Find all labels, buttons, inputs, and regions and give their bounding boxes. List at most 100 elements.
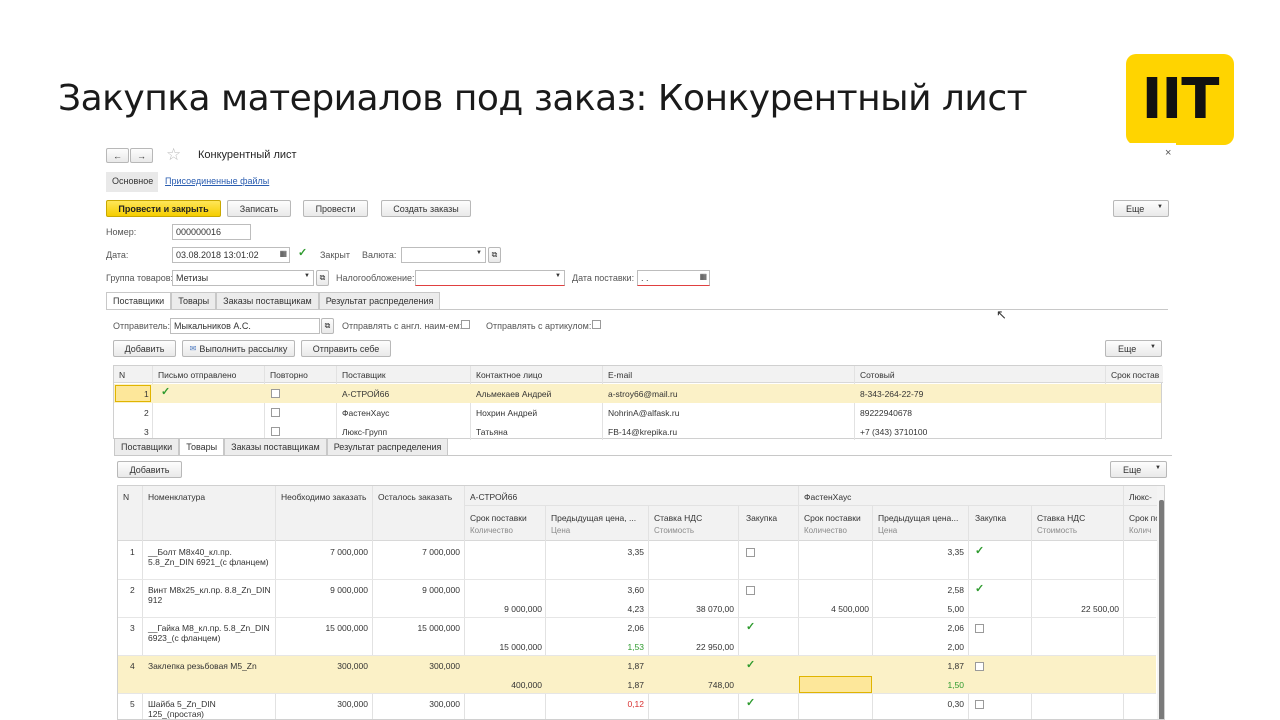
open-link-icon[interactable]: ⧉ (316, 270, 329, 286)
supplier-f-header: ФастенХаус (804, 492, 852, 502)
company-logo: IIT (1126, 54, 1234, 145)
more-label: Еще (1123, 464, 1142, 475)
add-goods-button[interactable]: Добавить (117, 461, 182, 478)
f-prev-price: 2,58 (947, 585, 964, 595)
back-button[interactable]: ← (106, 148, 129, 163)
tab-main[interactable]: Основное (106, 172, 158, 192)
closed-checkbox[interactable]: ✓ (298, 248, 307, 259)
more-label: Еще (1126, 203, 1145, 214)
favorite-star-icon[interactable]: ☆ (166, 145, 181, 165)
need-qty: 9 000,000 (330, 585, 368, 595)
f-vat-header: Ставка НДС (1037, 513, 1086, 523)
forward-button[interactable]: → (130, 148, 153, 163)
open-link-icon[interactable]: ⧉ (321, 318, 334, 334)
add-supplier-button[interactable]: Добавить (113, 340, 176, 357)
post-and-close-button[interactable]: Провести и закрыть (106, 200, 221, 217)
row-n: 3 (130, 623, 135, 633)
goods-col-left: Осталось заказать (378, 492, 453, 502)
tab-suppliers-2[interactable]: Поставщики (114, 438, 180, 455)
a-price: 1,53 (627, 642, 644, 652)
active-cell[interactable] (799, 676, 872, 693)
a-buy-checkbox[interactable] (746, 548, 755, 557)
contact-name: Нохрин Андрей (476, 408, 538, 418)
item-name: Винт М8х25_кл.пр. 8.8_Zn_DIN 912 (148, 585, 271, 605)
f-cost-header: Стоимость (1037, 526, 1078, 535)
send-eng-label: Отправлять с англ. наим-ем: (342, 321, 463, 331)
chevron-down-icon[interactable]: ▼ (555, 273, 561, 279)
f-buy-checkbox[interactable] (975, 700, 984, 709)
sent-check-icon[interactable]: ✓ (161, 387, 170, 398)
suppliers-more-button[interactable]: Еще ▼ (1105, 340, 1162, 357)
f-qty-header: Количество (804, 526, 847, 535)
col-contact: Контактное лицо (476, 370, 543, 380)
row-n: 1 (130, 547, 135, 557)
group-field[interactable]: Метизы ▼ (172, 270, 314, 286)
send-self-button[interactable]: Отправить себе (301, 340, 391, 357)
repeat-checkbox[interactable] (271, 408, 280, 417)
chevron-down-icon[interactable]: ▼ (304, 273, 310, 279)
open-link-icon[interactable]: ⧉ (488, 247, 501, 263)
tab-goods-2[interactable]: Товары (179, 438, 225, 455)
a-buy-checkbox-checked[interactable]: ✓ (746, 622, 755, 633)
left-qty: 7 000,000 (422, 547, 460, 557)
delivery-date-field[interactable]: . . ▦ (637, 270, 710, 286)
group-value: Метизы (176, 273, 209, 283)
col-repeat: Повторно (270, 370, 308, 380)
send-article-checkbox[interactable] (592, 320, 601, 329)
f-price-header: Цена (878, 526, 898, 535)
date-field[interactable]: 03.08.2018 13:01:02 ▦ (172, 247, 290, 263)
scrollbar-thumb[interactable] (1159, 500, 1164, 719)
tax-label: Налогообложение: (336, 273, 415, 283)
close-icon[interactable]: × (1165, 147, 1171, 159)
tax-field[interactable]: ▼ (415, 270, 565, 286)
email: FB-14@krepika.ru (608, 427, 678, 437)
phone: 89222940678 (860, 408, 913, 418)
currency-field[interactable]: ▼ (401, 247, 486, 263)
tab-supplier-orders-2[interactable]: Заказы поставщикам (224, 438, 327, 455)
repeat-checkbox[interactable] (271, 389, 280, 398)
a-cost: 22 950,00 (696, 642, 734, 652)
goods-more-button[interactable]: Еще ▼ (1110, 461, 1167, 478)
chevron-down-icon: ▼ (1155, 465, 1161, 471)
f-qty: 4 500,000 (831, 604, 869, 614)
a-buy-checkbox[interactable] (746, 586, 755, 595)
col-sent: Письмо отправлено (158, 370, 237, 380)
tab-suppliers[interactable]: Поставщики (106, 292, 172, 309)
a-price: 4,23 (627, 604, 644, 614)
f-term-header: Срок поставки (804, 513, 861, 523)
f-price: 1,50 (947, 680, 964, 690)
a-term-header: Срок поставки (470, 513, 527, 523)
f-buy-checkbox-checked[interactable]: ✓ (975, 546, 984, 557)
tab-distribution-result-2[interactable]: Результат распределения (326, 438, 449, 455)
send-eng-checkbox[interactable] (461, 320, 470, 329)
tab-supplier-orders[interactable]: Заказы поставщикам (216, 292, 319, 309)
l-term-header: Срок по (1129, 513, 1161, 523)
calendar-icon[interactable]: ▦ (699, 272, 707, 281)
a-prev-price: 1,87 (627, 661, 644, 671)
save-button[interactable]: Записать (227, 200, 291, 217)
tab-attached-files[interactable]: Присоединенные файлы (165, 176, 269, 186)
a-vat-header: Ставка НДС (654, 513, 703, 523)
a-prev-price: 0,12 (627, 699, 644, 709)
number-field[interactable]: 000000016 (172, 224, 251, 240)
f-buy-checkbox[interactable] (975, 662, 984, 671)
chevron-down-icon[interactable]: ▼ (476, 250, 482, 256)
f-prev-header: Предыдущая цена... (878, 513, 959, 523)
f-buy-checkbox-checked[interactable]: ✓ (975, 584, 984, 595)
post-button[interactable]: Провести (303, 200, 368, 217)
scrollbar[interactable] (1157, 486, 1164, 719)
a-buy-checkbox-checked[interactable]: ✓ (746, 660, 755, 671)
f-buy-checkbox[interactable] (975, 624, 984, 633)
more-button[interactable]: Еще ▼ (1113, 200, 1169, 217)
mailing-button[interactable]: ✉ Выполнить рассылку (182, 340, 295, 357)
repeat-checkbox[interactable] (271, 427, 280, 436)
create-orders-button[interactable]: Создать заказы (381, 200, 471, 217)
email: a-stroy66@mail.ru (608, 389, 678, 399)
a-prev-price: 3,60 (627, 585, 644, 595)
row-n: 4 (130, 661, 135, 671)
tab-distribution-result[interactable]: Результат распределения (318, 292, 441, 309)
sender-field[interactable]: Мыкальников А.С. (170, 318, 320, 334)
calendar-icon[interactable]: ▦ (279, 249, 287, 258)
a-buy-checkbox-checked[interactable]: ✓ (746, 698, 755, 709)
tab-goods[interactable]: Товары (171, 292, 217, 309)
